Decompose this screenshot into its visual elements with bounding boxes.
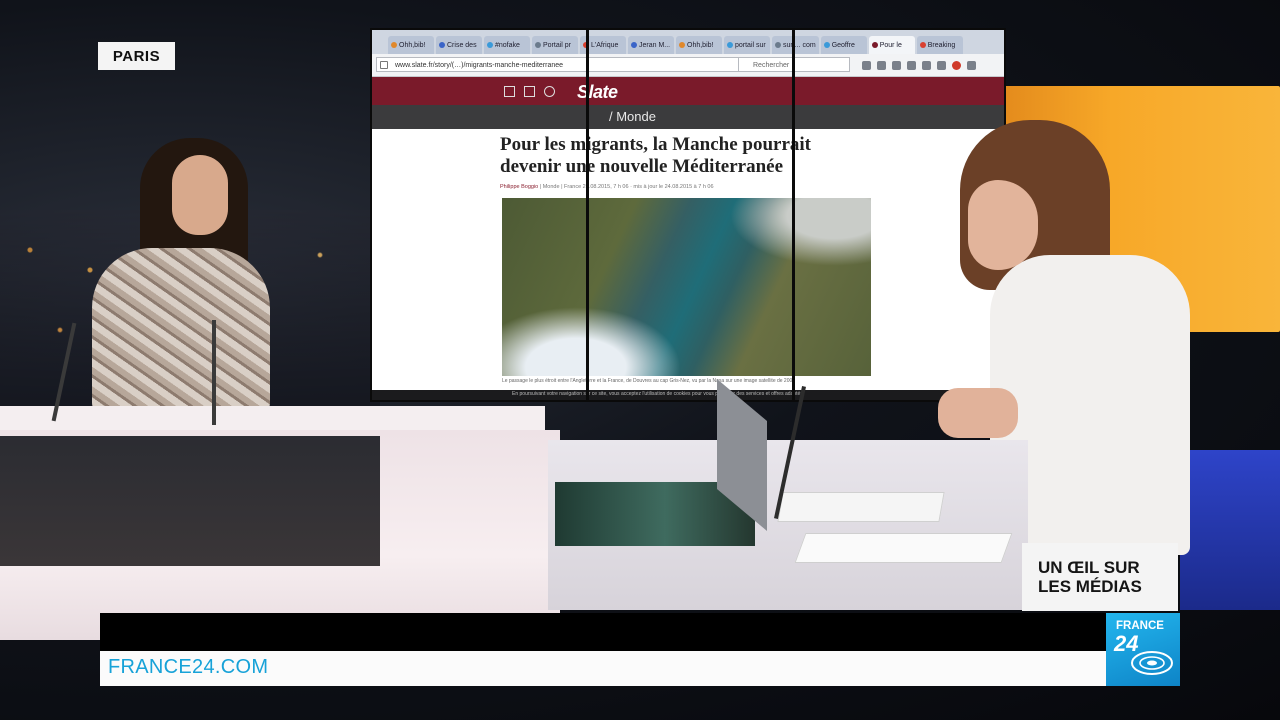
menu-icon[interactable] <box>504 86 515 97</box>
calendar-icon[interactable] <box>524 86 535 97</box>
author-link[interactable]: Philippe Boggio <box>500 184 538 190</box>
anchor-face <box>172 155 228 235</box>
favicon-icon <box>631 42 637 48</box>
browser-tab[interactable]: Ohh,bib! <box>388 36 434 54</box>
favicon-icon <box>775 42 781 48</box>
tab-label: #nofake <box>495 41 520 49</box>
presenter-face <box>968 180 1038 270</box>
favicon-icon <box>823 42 830 48</box>
tab-label: Pour le <box>879 41 902 49</box>
favicon-icon <box>391 42 397 48</box>
download-icon[interactable] <box>892 60 901 70</box>
browser-tab[interactable]: sur ... com <box>772 36 819 54</box>
favicon-icon <box>535 42 541 48</box>
favicon-icon <box>919 42 926 48</box>
bookmarks-icon[interactable] <box>877 60 886 70</box>
microphone-icon <box>212 320 216 425</box>
browser-tab[interactable]: #nofake <box>484 36 530 54</box>
video-wall-seam <box>792 30 795 400</box>
tab-label: Portail pr <box>543 41 572 49</box>
cookie-notice: En poursuivant votre navigation sur ce s… <box>512 391 805 397</box>
satellite-image <box>502 198 871 376</box>
tab-label: Breaking <box>927 41 956 49</box>
favicon-icon <box>871 42 878 48</box>
article-byline: Philippe Boggio | Monde | France 24.08.2… <box>500 184 840 190</box>
lower-third-bar <box>100 613 1106 651</box>
search-icon[interactable] <box>544 86 555 97</box>
location-badge: PARIS <box>98 42 175 70</box>
headline-line: devenir une nouvelle Méditerranée <box>500 156 784 177</box>
extension-icon[interactable] <box>937 60 946 70</box>
tab-label: Ohh,bib! <box>687 41 714 49</box>
presenter-hands <box>938 388 1018 438</box>
browser-tab[interactable]: Ohh,bib! <box>676 36 722 54</box>
tab-label: sur ... com <box>783 41 816 49</box>
url-field[interactable]: www.slate.fr/story/(…)/migrants-manche-m… <box>376 57 746 72</box>
globe-icon <box>380 61 388 69</box>
globe-icon <box>1131 651 1173 675</box>
favicon-icon <box>487 42 493 48</box>
tab-label: portail sur <box>735 41 766 49</box>
site-header <box>372 77 1004 105</box>
tab-label: L'Afrique <box>591 41 619 49</box>
star-icon[interactable] <box>862 60 871 70</box>
site-logo[interactable]: Slate <box>577 82 618 103</box>
browser-navigation-bar: www.slate.fr/story/(…)/migrants-manche-m… <box>372 54 1004 77</box>
article-headline: Pour les migrants, la Manche pourrait de… <box>500 134 880 178</box>
tab-label: Geoffre <box>831 41 855 49</box>
image-caption: Le passage le plus étroit entre l'Anglet… <box>502 378 796 384</box>
website-url: FRANCE24.COM <box>108 656 269 678</box>
browser-tab[interactable]: portail sur <box>724 36 770 54</box>
anchor-body <box>92 248 270 413</box>
browser-tab-bar: Ohh,bib! Crise des #nofake Portail pr L'Afri… <box>372 30 1004 54</box>
browser-tab[interactable]: Crise des <box>436 36 482 54</box>
papers <box>777 492 945 522</box>
browser-tab[interactable]: Breaking <box>916 36 963 54</box>
tab-label: Crise des <box>447 41 477 49</box>
show-title: UN ŒIL SUR LES MÉDIAS <box>1022 543 1178 611</box>
tab-label: Ohh,bib! <box>399 41 426 49</box>
favicon-icon <box>439 42 445 48</box>
show-title-line: LES MÉDIAS <box>1038 577 1142 596</box>
papers <box>794 533 1013 563</box>
menu-icon[interactable] <box>967 60 976 70</box>
home-icon[interactable] <box>907 60 916 70</box>
byline-meta: | Monde | France 24.08.2015, 7 h 06 · mi… <box>539 184 714 190</box>
browser-window: Ohh,bib! Crise des #nofake Portail pr L'Afri… <box>372 30 1004 400</box>
desk-reflection <box>0 436 380 566</box>
video-wall-seam <box>586 30 589 400</box>
show-title-line: UN ŒIL SUR <box>1038 558 1140 577</box>
browser-tab[interactable]: Geoffre <box>820 36 867 54</box>
browser-tab[interactable]: Jeran M... <box>628 36 674 54</box>
favicon-icon <box>679 42 685 48</box>
section-label[interactable]: / Monde <box>609 109 656 124</box>
blue-light-panel <box>1180 450 1280 610</box>
section-bar <box>372 105 1004 129</box>
tab-label: Jeran M... <box>639 41 671 49</box>
headline-line: Pour les migrants, la Manche pourrait <box>500 134 812 155</box>
favicon-icon <box>727 42 733 48</box>
browser-toolbar <box>862 58 1002 72</box>
addon-icon[interactable] <box>952 60 961 70</box>
browser-tab[interactable]: Portail pr <box>532 36 578 54</box>
pocket-icon[interactable] <box>922 60 931 70</box>
browser-tab[interactable]: Pour le <box>868 36 915 54</box>
